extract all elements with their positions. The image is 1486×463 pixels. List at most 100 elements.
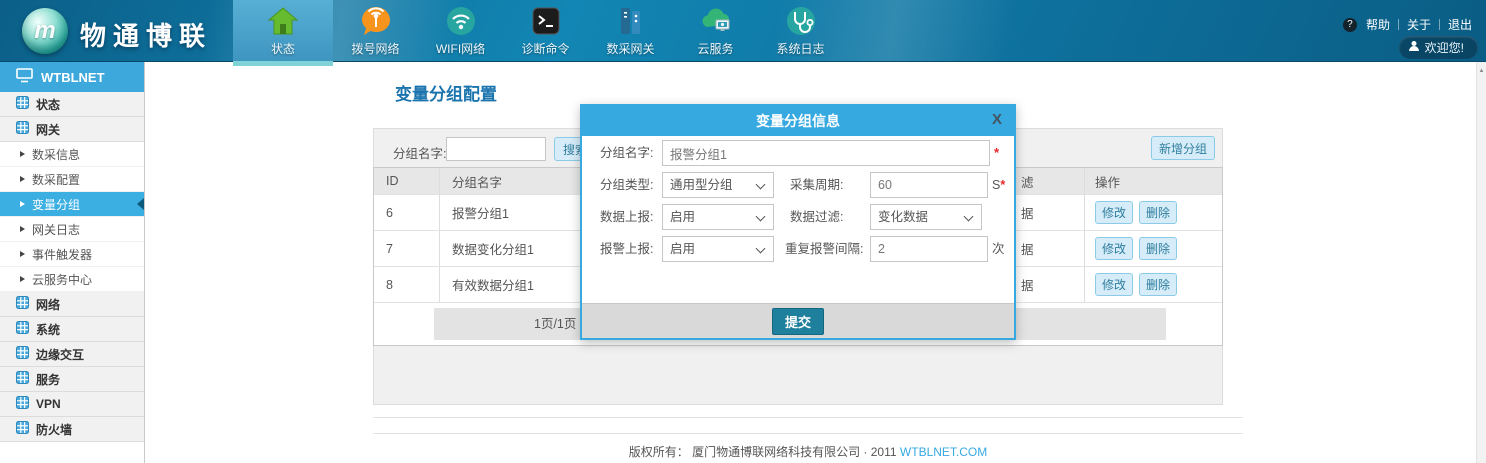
search-input[interactable] — [446, 137, 546, 161]
welcome-badge[interactable]: 欢迎您! — [1399, 36, 1478, 59]
sidebar-item-edge-interaction[interactable]: 边缘交互 — [0, 342, 144, 367]
caret-right-icon — [20, 176, 25, 182]
nav-tab-label: 云服务 — [697, 40, 733, 57]
alarm-report-label: 报警上报: — [600, 236, 653, 262]
cell-id: 6 — [374, 195, 439, 230]
sidebar-item-status[interactable]: 状态 — [0, 92, 144, 117]
collect-period-input[interactable] — [870, 172, 988, 198]
sidebar: WTBLNET 状态 网关 数采信息 数采配置 变量分组 网关日志 事件触发器 — [0, 62, 145, 463]
cloud-service-icon — [699, 3, 733, 37]
variable-group-modal: 变量分组信息 X 分组名字: * 分组类型: 通用型分组 采集周期: S* 数据… — [580, 104, 1016, 340]
cell-actions: 修改 删除 — [1084, 267, 1222, 302]
brand-title: 物通博联 — [80, 16, 212, 53]
sidebar-item-label: 防火墙 — [36, 421, 72, 438]
nav-tab-wifi-network[interactable]: WIFI网络 — [418, 0, 503, 62]
nav-tab-data-gateway[interactable]: 数采网关 — [588, 0, 673, 62]
scroll-up-icon[interactable]: ▲ — [1477, 68, 1486, 74]
data-filter-select[interactable]: 变化数据 — [870, 204, 982, 230]
modal-title: 变量分组信息 — [756, 111, 840, 131]
sidebar-item-label: 事件触发器 — [32, 246, 92, 263]
pagination-label: 1页/1页 — [534, 308, 576, 340]
sidebar-item-label: 系统 — [36, 321, 60, 338]
dial-network-icon — [360, 3, 392, 37]
caret-right-icon — [20, 226, 25, 232]
top-links: ? 帮助 关于 退出 — [1343, 16, 1472, 33]
sidebar-item-system[interactable]: 系统 — [0, 317, 144, 342]
sidebar-item-label: 云服务中心 — [32, 271, 92, 288]
sidebar-item-cloud-center[interactable]: 云服务中心 — [0, 267, 144, 292]
sidebar-item-gateway-log[interactable]: 网关日志 — [0, 217, 144, 242]
footer-divider — [373, 433, 1243, 434]
modal-row-alarm: 报警上报: 启用 重复报警间隔: 次 — [582, 236, 1014, 262]
close-icon[interactable]: X — [992, 111, 1002, 128]
sidebar-item-label: 网关 — [36, 121, 60, 138]
nav-tab-cloud-service[interactable]: 云服务 — [673, 0, 758, 62]
grid-icon — [16, 121, 29, 137]
gateway-icon — [615, 3, 647, 37]
sidebar-item-firewall[interactable]: 防火墙 — [0, 417, 144, 442]
sidebar-item-variable-group[interactable]: 变量分组 — [0, 192, 144, 217]
edit-button[interactable]: 修改 — [1095, 201, 1133, 224]
cell-actions: 修改 删除 — [1084, 195, 1222, 230]
nav-tab-system-log[interactable]: 系统日志 — [758, 0, 843, 62]
header-actions: 操作 — [1084, 168, 1222, 194]
footer-link[interactable]: WTBLNET.COM — [900, 445, 987, 459]
grid-icon — [16, 371, 29, 387]
sidebar-item-service[interactable]: 服务 — [0, 367, 144, 392]
modal-row-type-period: 分组类型: 通用型分组 采集周期: S* — [582, 172, 1014, 198]
edit-button[interactable]: 修改 — [1095, 237, 1133, 260]
group-type-select[interactable]: 通用型分组 — [662, 172, 774, 198]
modal-row-report-filter: 数据上报: 启用 数据过滤: 变化数据 — [582, 204, 1014, 230]
search-label: 分组名字: — [393, 143, 446, 162]
logo-monogram: m — [34, 19, 55, 43]
active-tab-indicator — [233, 61, 333, 66]
sidebar-item-event-trigger[interactable]: 事件触发器 — [0, 242, 144, 267]
delete-button[interactable]: 删除 — [1139, 201, 1177, 224]
add-group-button[interactable]: 新增分组 — [1151, 136, 1215, 160]
vertical-scrollbar[interactable]: ▲ — [1476, 62, 1486, 463]
alarm-interval-input[interactable] — [870, 236, 988, 262]
delete-button[interactable]: 删除 — [1139, 273, 1177, 296]
grid-icon — [16, 396, 29, 412]
nav-tab-label: 状态 — [271, 40, 295, 57]
nav-tab-dial-network[interactable]: 拨号网络 — [333, 0, 418, 62]
cell-id: 7 — [374, 231, 439, 266]
help-link[interactable]: 帮助 — [1366, 16, 1390, 33]
sidebar-item-label: 网关日志 — [32, 221, 80, 238]
group-name-input[interactable] — [662, 140, 990, 166]
copyright-text: 版权所有： 厦门物通博联网络科技有限公司 · 2011 — [629, 445, 897, 459]
sidebar-item-collect-info[interactable]: 数采信息 — [0, 142, 144, 167]
terminal-icon — [530, 3, 562, 37]
caret-right-icon — [20, 251, 25, 257]
divider — [1398, 19, 1399, 30]
sidebar-item-vpn[interactable]: VPN — [0, 392, 144, 417]
header-id: ID — [374, 168, 439, 194]
modal-footer: 提交 — [582, 303, 1014, 338]
submit-button[interactable]: 提交 — [772, 308, 824, 335]
caret-right-icon — [20, 276, 25, 282]
data-report-select[interactable]: 启用 — [662, 204, 774, 230]
nav-tab-label: 系统日志 — [776, 40, 824, 57]
logout-link[interactable]: 退出 — [1448, 16, 1472, 33]
copyright: 版权所有： 厦门物通博联网络科技有限公司 · 2011 WTBLNET.COM — [373, 443, 1243, 460]
nav-tab-label: 数采网关 — [606, 40, 654, 57]
alarm-interval-label: 重复报警间隔: — [785, 236, 863, 262]
cell-actions: 修改 删除 — [1084, 231, 1222, 266]
welcome-text: 欢迎您! — [1425, 39, 1464, 56]
sidebar-item-collect-config[interactable]: 数采配置 — [0, 167, 144, 192]
nav-tab-status[interactable]: 状态 — [233, 0, 333, 62]
group-name-label: 分组名字: — [600, 140, 653, 166]
about-link[interactable]: 关于 — [1407, 16, 1431, 33]
sidebar-item-network[interactable]: 网络 — [0, 292, 144, 317]
delete-button[interactable]: 删除 — [1139, 237, 1177, 260]
user-icon — [1408, 40, 1420, 55]
sidebar-item-label: 数采信息 — [32, 146, 80, 163]
top-header: m 物通博联 状态 拨号网络 WIFI网络 — [0, 0, 1486, 62]
caret-right-icon — [20, 201, 25, 207]
sidebar-item-gateway[interactable]: 网关 — [0, 117, 144, 142]
edit-button[interactable]: 修改 — [1095, 273, 1133, 296]
brand-logo-icon: m — [22, 8, 68, 54]
alarm-report-select[interactable]: 启用 — [662, 236, 774, 262]
sidebar-title: WTBLNET — [41, 70, 105, 85]
nav-tab-diagnostic-command[interactable]: 诊断命令 — [503, 0, 588, 62]
